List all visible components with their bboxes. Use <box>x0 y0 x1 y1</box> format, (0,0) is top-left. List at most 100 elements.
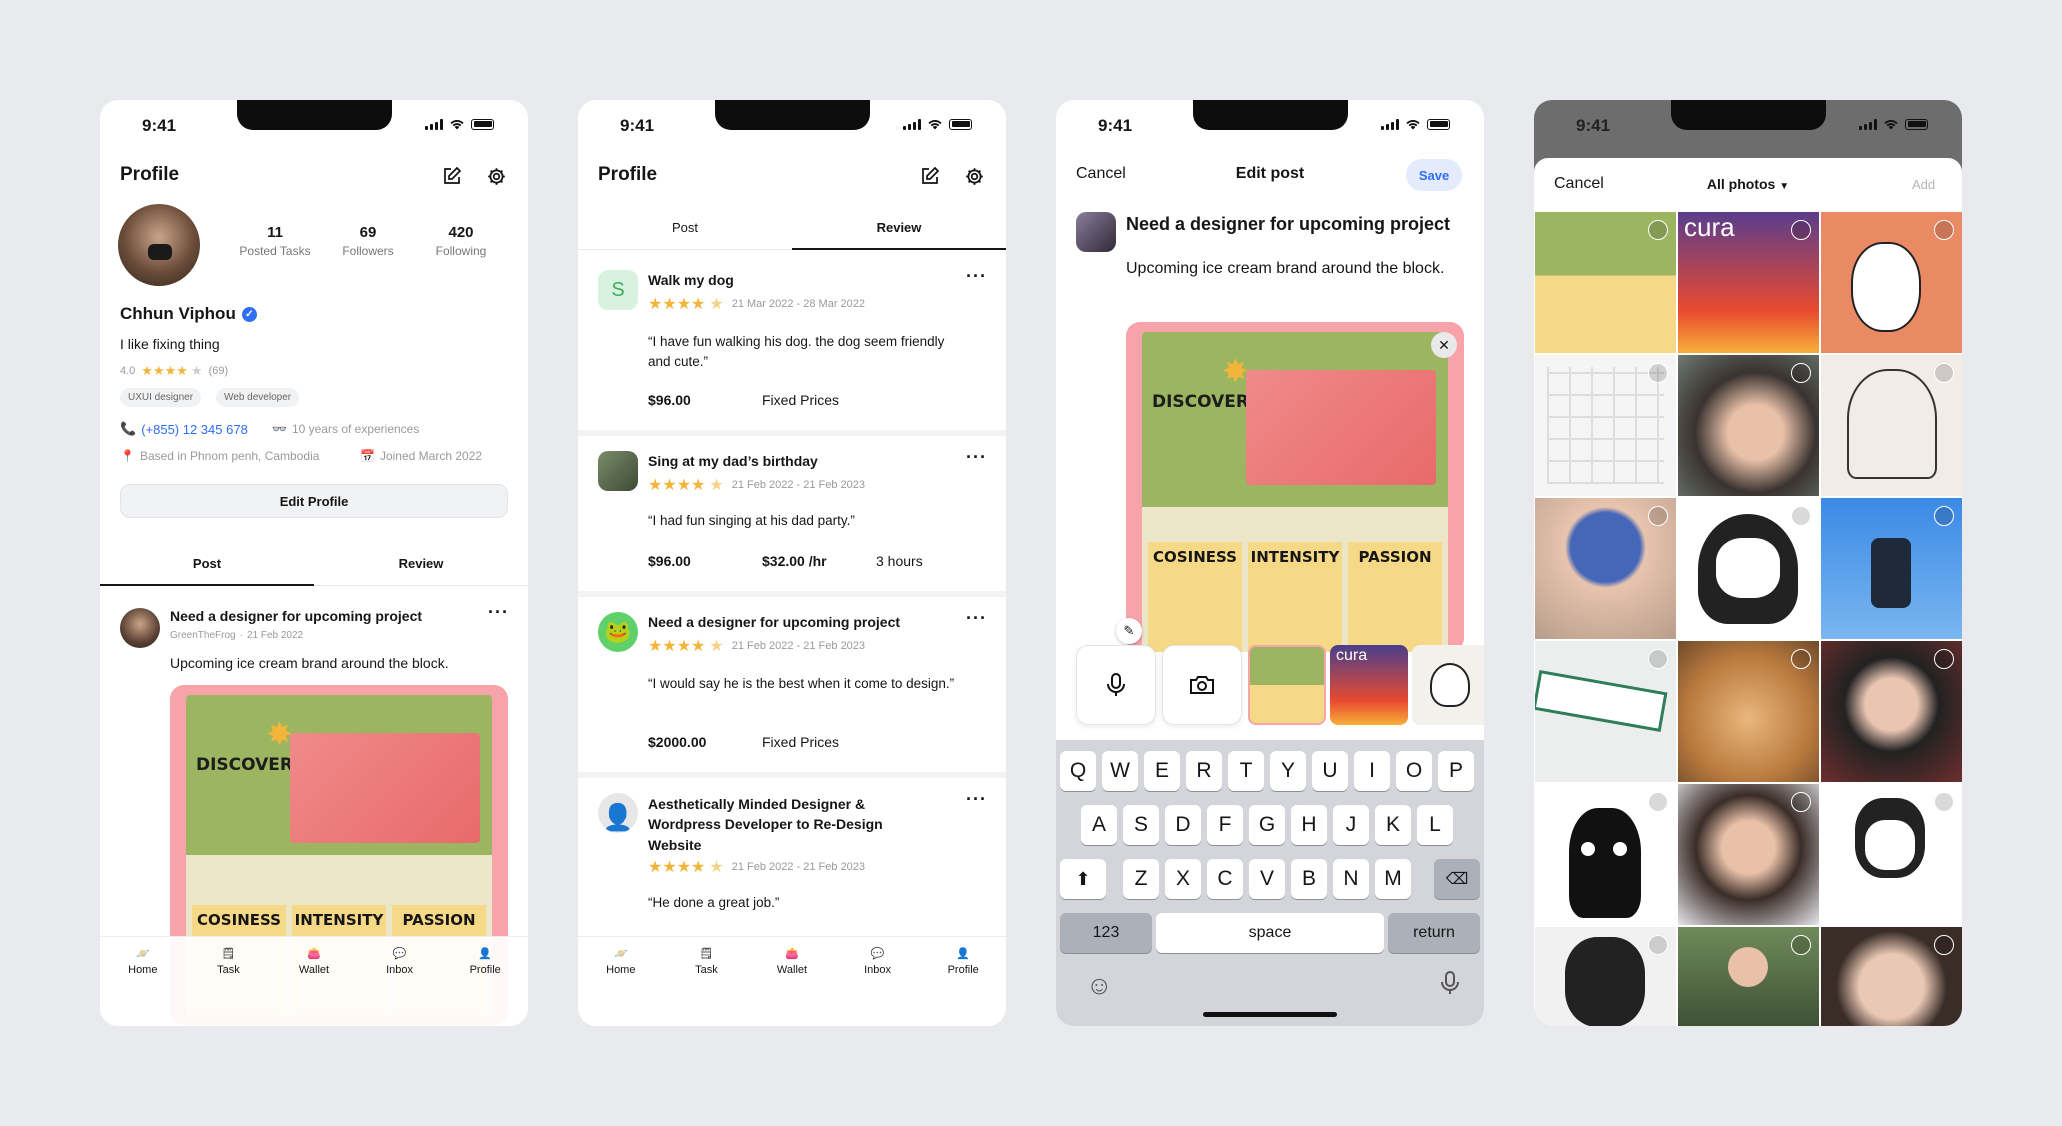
post-author-avatar[interactable] <box>120 608 160 648</box>
stat-followers[interactable]: 69 Followers <box>323 224 413 258</box>
select-circle[interactable] <box>1791 792 1811 812</box>
nav-home[interactable]: 🪐 Home <box>591 947 651 1026</box>
tab-post[interactable]: Post <box>578 220 792 235</box>
select-circle[interactable] <box>1791 220 1811 240</box>
key-t[interactable]: T <box>1228 751 1264 791</box>
avatar[interactable] <box>118 204 200 286</box>
space-key[interactable]: space <box>1156 913 1384 953</box>
photo-thumbnail[interactable] <box>1821 355 1962 496</box>
photo-thumbnail[interactable] <box>1678 927 1819 1026</box>
album-selector[interactable]: All photos ▼ <box>1534 176 1962 192</box>
photo-thumbnail[interactable] <box>1821 784 1962 925</box>
photo-thumbnail[interactable]: cura <box>1678 212 1819 353</box>
nav-profile[interactable]: 👤 Profile <box>455 947 515 1026</box>
key-j[interactable]: J <box>1333 805 1369 845</box>
select-circle[interactable] <box>1934 649 1954 669</box>
review-title[interactable]: Aesthetically Minded Designer & Wordpres… <box>648 794 938 855</box>
key-y[interactable]: Y <box>1270 751 1306 791</box>
select-circle[interactable] <box>1648 792 1668 812</box>
photo-thumbnail[interactable] <box>1678 498 1819 639</box>
photo-thumbnail[interactable] <box>1821 927 1962 1026</box>
more-icon[interactable]: ··· <box>966 789 987 810</box>
key-h[interactable]: H <box>1291 805 1327 845</box>
close-icon[interactable]: ✕ <box>1431 332 1457 358</box>
post-title[interactable]: Need a designer for upcoming project <box>170 608 422 624</box>
gear-icon[interactable] <box>484 164 508 188</box>
key-d[interactable]: D <box>1165 805 1201 845</box>
photo-thumbnail[interactable] <box>1821 641 1962 782</box>
photo-thumbnail[interactable] <box>1678 355 1819 496</box>
nav-profile[interactable]: 👤 Profile <box>933 947 993 1026</box>
return-key[interactable]: return <box>1388 913 1480 953</box>
emoji-icon[interactable]: ☺ <box>1086 970 1113 1001</box>
key-z[interactable]: Z <box>1123 859 1159 899</box>
photo-thumbnail[interactable] <box>1535 212 1676 353</box>
review-title[interactable]: Sing at my dad’s birthday <box>648 453 818 469</box>
select-circle[interactable] <box>1648 506 1668 526</box>
microphone-button[interactable] <box>1076 645 1156 725</box>
select-circle[interactable] <box>1648 220 1668 240</box>
select-circle[interactable] <box>1648 649 1668 669</box>
nav-wallet[interactable]: 👛 Wallet <box>762 947 822 1026</box>
key-b[interactable]: B <box>1291 859 1327 899</box>
more-icon[interactable]: ··· <box>488 602 509 623</box>
recent-photo[interactable] <box>1412 645 1484 725</box>
dictation-icon[interactable] <box>1440 970 1460 1001</box>
select-circle[interactable] <box>1791 363 1811 383</box>
gear-icon[interactable] <box>962 164 986 188</box>
reviewer-avatar[interactable]: S <box>598 270 638 310</box>
reviewer-avatar[interactable]: 👤 <box>598 793 638 833</box>
select-circle[interactable] <box>1934 363 1954 383</box>
tab-review[interactable]: Review <box>314 556 528 571</box>
key-r[interactable]: R <box>1186 751 1222 791</box>
nav-wallet[interactable]: 👛 Wallet <box>284 947 344 1026</box>
key-l[interactable]: L <box>1417 805 1453 845</box>
key-g[interactable]: G <box>1249 805 1285 845</box>
key-s[interactable]: S <box>1123 805 1159 845</box>
key-f[interactable]: F <box>1207 805 1243 845</box>
key-q[interactable]: Q <box>1060 751 1096 791</box>
add-button[interactable]: Add <box>1912 177 1935 192</box>
recent-photo[interactable] <box>1248 645 1326 725</box>
photo-thumbnail[interactable] <box>1678 641 1819 782</box>
nav-task[interactable]: 🗒 Task <box>676 947 736 1026</box>
more-icon[interactable]: ··· <box>966 266 987 287</box>
select-circle[interactable] <box>1934 220 1954 240</box>
key-k[interactable]: K <box>1375 805 1411 845</box>
photo-thumbnail[interactable] <box>1535 498 1676 639</box>
key-i[interactable]: I <box>1354 751 1390 791</box>
save-button[interactable]: Save <box>1406 159 1462 191</box>
photo-thumbnail[interactable] <box>1678 784 1819 925</box>
key-m[interactable]: M <box>1375 859 1411 899</box>
camera-button[interactable] <box>1162 645 1242 725</box>
edit-icon[interactable] <box>440 164 464 188</box>
key-a[interactable]: A <box>1081 805 1117 845</box>
post-title-input[interactable]: Need a designer for upcoming project <box>1126 214 1450 235</box>
key-o[interactable]: O <box>1396 751 1432 791</box>
review-title[interactable]: Walk my dog <box>648 272 734 288</box>
review-title[interactable]: Need a designer for upcoming project <box>648 614 900 630</box>
select-circle[interactable] <box>1791 649 1811 669</box>
photo-thumbnail[interactable] <box>1821 212 1962 353</box>
pencil-icon[interactable]: ✎ <box>1116 618 1142 644</box>
key-v[interactable]: V <box>1249 859 1285 899</box>
select-circle[interactable] <box>1934 506 1954 526</box>
photo-thumbnail[interactable] <box>1821 498 1962 639</box>
more-icon[interactable]: ··· <box>966 608 987 629</box>
photo-thumbnail[interactable] <box>1535 355 1676 496</box>
select-circle[interactable] <box>1791 935 1811 955</box>
photo-thumbnail[interactable] <box>1535 927 1676 1026</box>
select-circle[interactable] <box>1791 506 1811 526</box>
more-icon[interactable]: ··· <box>966 447 987 468</box>
delete-key[interactable]: ⌫ <box>1434 859 1480 899</box>
numbers-key[interactable]: 123 <box>1060 913 1152 953</box>
tab-review[interactable]: Review <box>792 220 1006 235</box>
key-e[interactable]: E <box>1144 751 1180 791</box>
edit-icon[interactable] <box>918 164 942 188</box>
post-body-input[interactable]: Upcoming ice cream brand around the bloc… <box>1126 258 1446 280</box>
reviewer-avatar[interactable] <box>598 451 638 491</box>
nav-inbox[interactable]: 💬 Inbox <box>848 947 908 1026</box>
reviewer-avatar[interactable]: 🐸 <box>598 612 638 652</box>
edit-profile-button[interactable]: Edit Profile <box>120 484 508 518</box>
photo-thumbnail[interactable] <box>1535 784 1676 925</box>
